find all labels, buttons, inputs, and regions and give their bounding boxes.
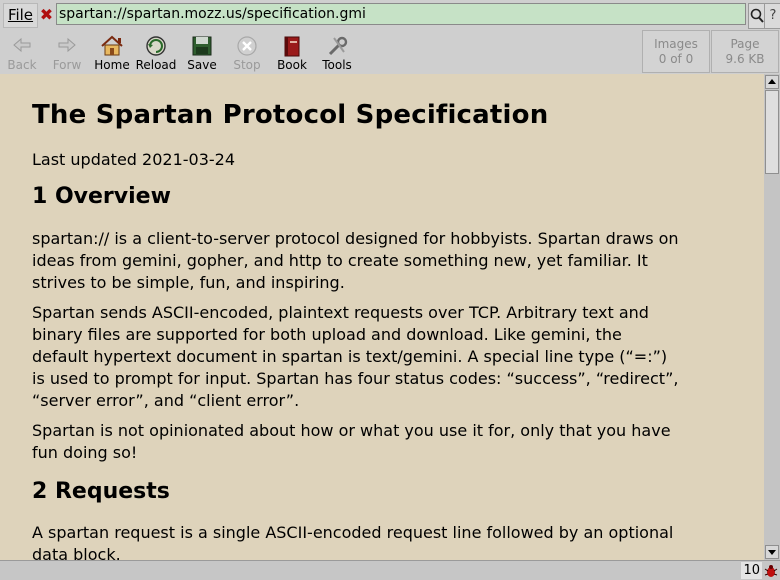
heading-overview: 1 Overview [32,184,171,209]
stop-icon [237,36,257,56]
address-bar: File ✖ ? [0,0,780,30]
save-label: Save [187,58,217,72]
paragraph-overview-1: spartan:// is a client-to-server protoco… [32,229,679,292]
images-label: Images [654,37,698,51]
home-icon [101,35,123,56]
search-icon [750,8,764,23]
save-button[interactable]: Save [180,31,224,73]
stop-label: Stop [233,58,261,72]
status-bar: 10 [0,560,780,580]
page-size-counter: Page 9.6 KB [711,30,779,73]
back-button[interactable]: Back [0,31,44,73]
vertical-scrollbar[interactable] [764,74,780,560]
back-arrow-icon [13,37,31,53]
paragraph-requests-1: A spartan request is a single ASCII-enco… [32,523,674,560]
scroll-up-button[interactable] [765,75,779,89]
wrench-icon [328,36,348,56]
scroll-thumb[interactable] [765,90,779,174]
arrow-up-icon [768,79,776,84]
page-label: Page [730,37,760,51]
file-menu-label: File [7,6,34,24]
paragraph-overview-2: Spartan sends ASCII-encoded, plaintext r… [32,303,679,410]
last-updated: Last updated 2021-03-24 [32,150,236,169]
heading-requests: 2 Requests [32,479,170,504]
arrow-down-icon [768,550,776,555]
back-label: Back [7,58,37,72]
bug-icon[interactable] [764,563,778,579]
book-label: Book [277,58,307,72]
forward-button[interactable]: Forw [45,31,89,73]
scroll-down-button[interactable] [765,545,779,559]
help-button[interactable]: ? [764,3,780,29]
tools-label: Tools [322,58,352,72]
images-counter: Images 0 of 0 [642,30,710,73]
images-value: 0 of 0 [658,52,694,66]
floppy-disk-icon [192,36,212,56]
page-title: The Spartan Protocol Specification [32,100,549,130]
stop-button[interactable]: Stop [225,31,269,73]
reload-label: Reload [135,58,177,72]
forward-arrow-icon [58,37,76,53]
bookmarks-button[interactable]: Book [270,31,314,73]
reload-button[interactable]: Reload [134,31,178,73]
clear-url-icon[interactable]: ✖ [38,5,55,25]
home-label: Home [94,58,130,72]
file-menu[interactable]: File [3,3,38,28]
forward-label: Forw [52,58,82,72]
url-input[interactable] [56,3,746,25]
book-icon [284,36,300,57]
page-value: 9.6 KB [725,52,765,66]
paragraph-overview-3: Spartan is not opinionated about how or … [32,421,671,462]
document-viewport: The Spartan Protocol Specification Last … [0,74,764,560]
reload-icon [146,36,166,56]
toolbar: Back Forw Home Reload Save Stop Book Too… [0,30,780,74]
status-count: 10 [741,562,762,579]
home-button[interactable]: Home [90,31,134,73]
tools-button[interactable]: Tools [315,31,359,73]
